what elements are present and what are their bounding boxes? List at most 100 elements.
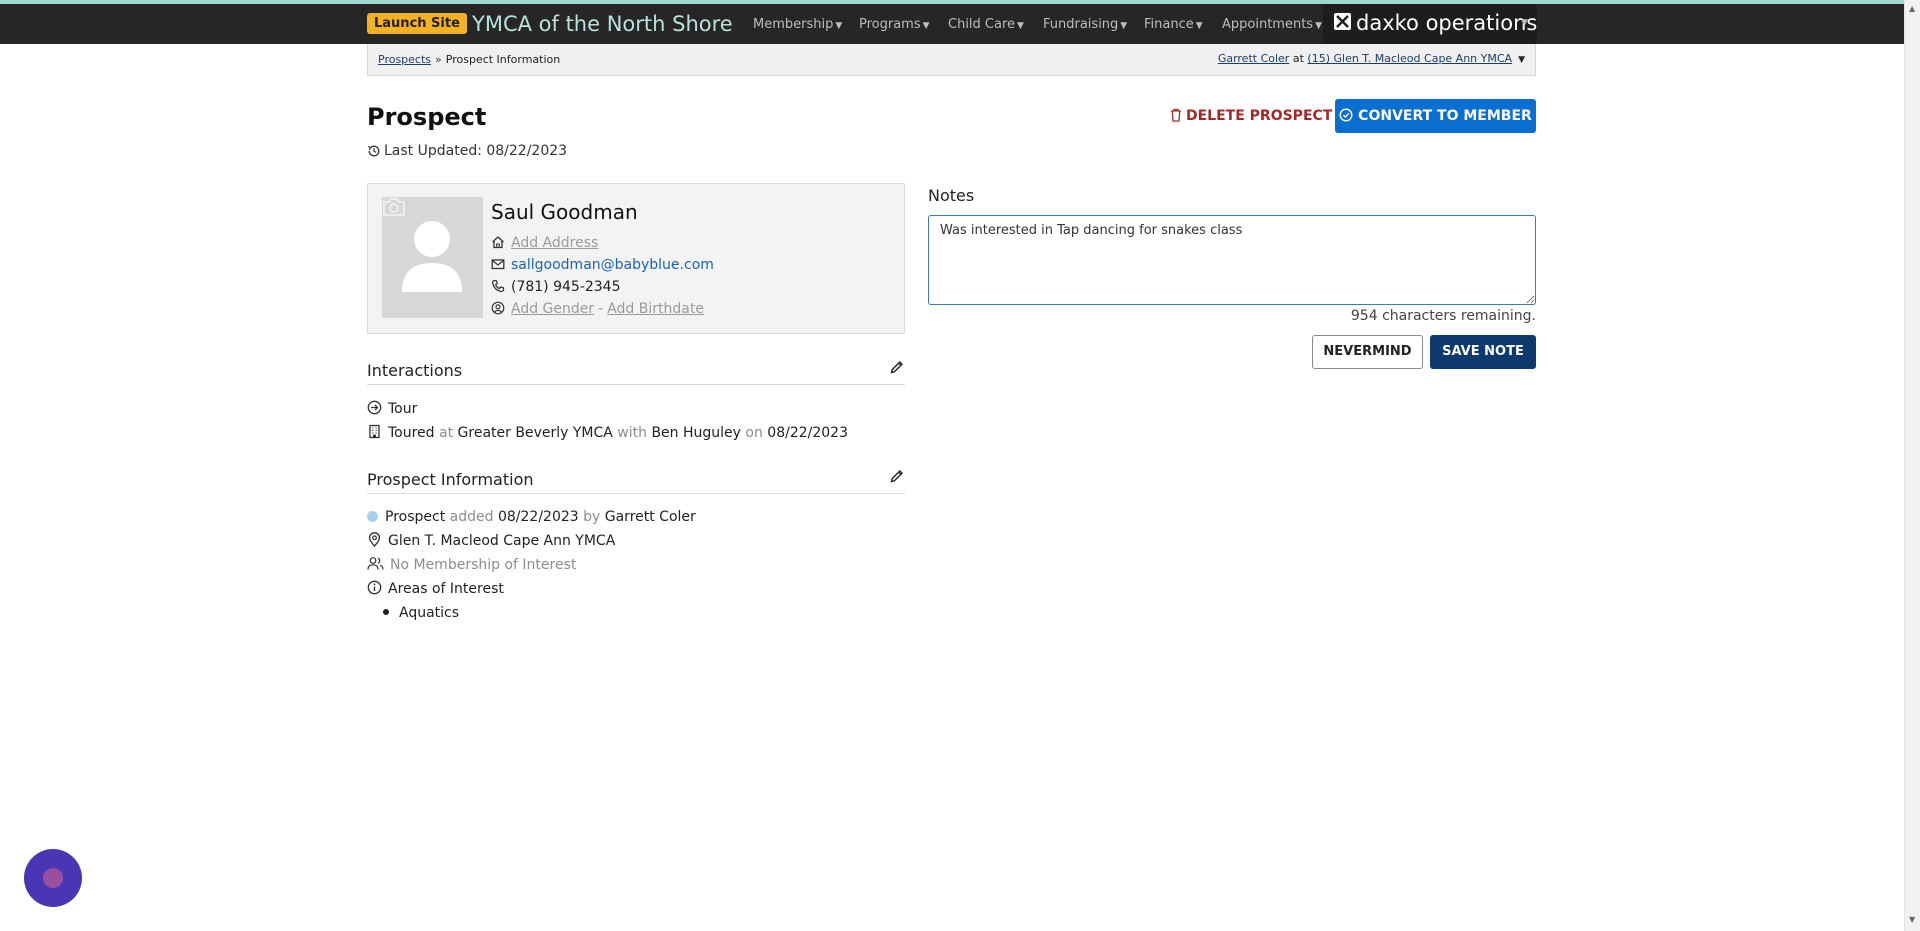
added-date: 08/22/2023 [497, 509, 579, 525]
breadcrumb-separator: » [435, 53, 442, 66]
notes-textarea[interactable]: Was interested in Tap dancing for snakes… [928, 215, 1536, 305]
chat-launcher-button[interactable] [24, 849, 82, 907]
phone-row: (781) 945-2345 [491, 278, 621, 296]
user-link[interactable]: Garrett Coler [1218, 52, 1290, 65]
menu-label: Child Care [948, 17, 1016, 32]
page-title: Prospect [367, 103, 487, 131]
prospect-info-title: Prospect Information [367, 470, 534, 489]
user-context: Garrett Coler at (15) Glen T. Macleod Ca… [1218, 52, 1525, 65]
email-link[interactable]: sallgoodman@babyblue.com [511, 257, 714, 273]
arrow-circle-right-icon [367, 400, 382, 415]
notes-label: Notes [928, 186, 975, 205]
history-icon [367, 145, 380, 157]
building-icon [369, 424, 380, 439]
by-word: by [583, 509, 601, 525]
menu-membership[interactable]: Membership ▼ [753, 16, 842, 35]
pencil-icon[interactable] [889, 359, 905, 375]
delete-prospect-button[interactable]: DELETE PROSPECT [1162, 100, 1340, 132]
menu-label: Membership [753, 17, 834, 32]
scroll-down-arrow-icon[interactable]: ▼ [1909, 915, 1915, 924]
chevron-down-icon: ▼ [835, 21, 843, 31]
branch-row: Glen T. Macleod Cape Ann YMCA [367, 532, 615, 550]
add-gender-link[interactable]: Add Gender [511, 301, 594, 317]
phone-number: (781) 945-2345 [511, 279, 621, 295]
chevron-down-icon: ▼ [1195, 21, 1203, 31]
interactions-title: Interactions [367, 361, 463, 380]
email-row: sallgoodman@babyblue.com [491, 256, 714, 274]
prospect-name: Saul Goodman [491, 200, 638, 224]
menu-appointments[interactable]: Appointments ▼ [1222, 16, 1322, 35]
separator: - [598, 301, 604, 317]
convert-to-member-label: CONVERT TO MEMBER [1358, 108, 1532, 124]
menu-fundraising[interactable]: Fundraising ▼ [1043, 16, 1127, 35]
menu-label: Appointments [1222, 17, 1314, 32]
check-circle-icon [1339, 108, 1353, 122]
location-link[interactable]: (15) Glen T. Macleod Cape Ann YMCA [1307, 52, 1512, 65]
menu-label: Fundraising [1043, 17, 1119, 32]
user-circle-icon [491, 301, 505, 315]
breadcrumb-prospects-link[interactable]: Prospects [378, 53, 431, 66]
add-address-link[interactable]: Add Address [511, 235, 598, 251]
interactions-header: Interactions [367, 361, 905, 385]
with-word: with [617, 425, 647, 441]
interaction-staff: Ben Huguley [651, 425, 741, 441]
chevron-down-icon: ▼ [922, 21, 930, 31]
location-dropdown-icon[interactable]: ▼ [1518, 55, 1525, 65]
chevron-down-icon: ▼ [1120, 21, 1128, 31]
chevron-down-icon: ▼ [1017, 21, 1024, 31]
characters-remaining: 954 characters remaining. [1350, 308, 1536, 324]
added-by: Garrett Coler [604, 509, 696, 525]
prospect-status-row: Prospect added 08/22/2023 by Garrett Col… [367, 508, 696, 526]
menu-programs[interactable]: Programs ▼ [859, 16, 930, 35]
top-navbar: Launch Site YMCA of the North Shore Memb… [0, 4, 1904, 44]
address-row: Add Address [491, 234, 598, 252]
interaction-type-row: Tour [367, 400, 417, 418]
areas-label: Areas of Interest [388, 581, 504, 597]
chevron-down-icon: ▼ [1521, 18, 1528, 28]
status-dot [367, 511, 378, 522]
status-label: Prospect [385, 509, 446, 525]
camera-icon[interactable] [382, 197, 406, 217]
gender-birthdate-row: Add Gender - Add Birthdate [491, 300, 704, 318]
at-word: at [439, 425, 454, 441]
delete-prospect-label: DELETE PROSPECT [1186, 108, 1333, 124]
convert-to-member-button[interactable]: CONVERT TO MEMBER [1335, 99, 1536, 133]
profile-photo[interactable] [382, 197, 483, 318]
breadcrumb-current: Prospect Information [445, 53, 561, 66]
interaction-action: Toured [388, 425, 435, 441]
users-icon [367, 557, 384, 570]
trash-icon [1171, 108, 1181, 122]
breadcrumb: Prospects » Prospect Information [378, 53, 560, 66]
interaction-detail-row: Toured at Greater Beverly YMCA with Ben … [367, 424, 848, 442]
breadcrumb-bar: Prospects » Prospect Information Garrett C… [367, 44, 1536, 76]
nevermind-button[interactable]: NEVERMIND [1312, 335, 1423, 369]
scrollbar[interactable]: ▲ ▼ [1904, 0, 1920, 931]
menu-finance[interactable]: Finance ▼ [1144, 16, 1203, 35]
interaction-date: 08/22/2023 [767, 425, 848, 441]
pencil-icon[interactable] [889, 468, 905, 484]
save-note-button[interactable]: SAVE NOTE [1430, 335, 1536, 369]
menu-label: Finance [1144, 17, 1194, 32]
user-context-joiner: at [1292, 52, 1304, 65]
menu-label: Programs [859, 17, 921, 32]
chat-bubble-icon [43, 868, 63, 888]
branch-name: Glen T. Macleod Cape Ann YMCA [388, 533, 616, 549]
membership-text: No Membership of Interest [390, 557, 577, 573]
area-item: Aquatics [383, 604, 459, 622]
home-icon [492, 236, 504, 249]
add-birthdate-link[interactable]: Add Birthdate [607, 301, 704, 317]
areas-row: Areas of Interest [367, 580, 504, 598]
daxko-logo-icon [1334, 13, 1351, 30]
phone-icon [491, 279, 505, 293]
info-circle-icon [367, 580, 382, 595]
scroll-up-arrow-icon[interactable]: ▲ [1909, 4, 1915, 13]
last-updated-text: Last Updated: 08/22/2023 [384, 143, 568, 159]
last-updated: Last Updated: 08/22/2023 [367, 142, 567, 160]
launch-site-button[interactable]: Launch Site [367, 13, 467, 34]
map-pin-icon [368, 532, 381, 547]
added-word: added [449, 509, 494, 525]
daxko-brand-menu[interactable]: daxko operations ▼ [1323, 4, 1537, 44]
menu-child-care[interactable]: Child Care ▼ [948, 16, 1024, 35]
org-name[interactable]: YMCA of the North Shore [472, 11, 733, 37]
chevron-down-icon: ▼ [1315, 21, 1322, 31]
